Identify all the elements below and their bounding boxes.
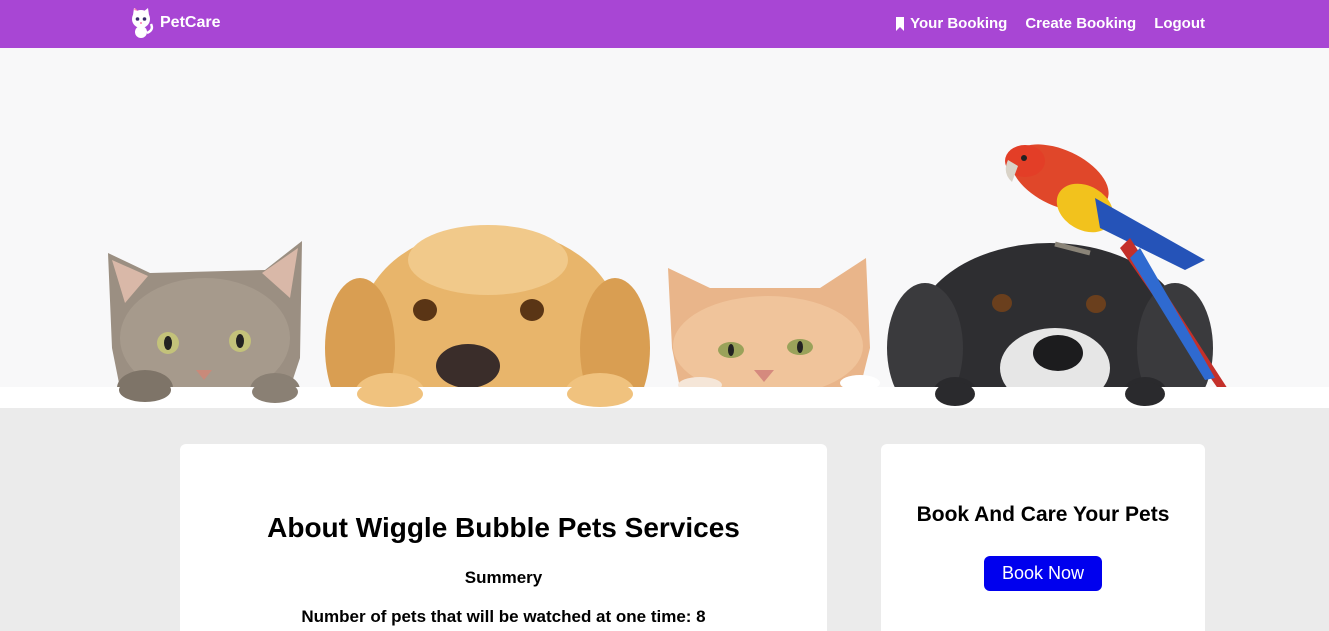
hero-banner	[0, 48, 1329, 408]
black-white-dog-image	[887, 243, 1213, 408]
nav-create-booking[interactable]: Create Booking	[1025, 15, 1136, 32]
pets-count-text: Number of pets that will be watched at o…	[301, 607, 706, 626]
booking-card: Book And Care Your Pets Book Now	[881, 444, 1205, 631]
nav-links: Your Booking Create Booking Logout	[895, 15, 1205, 32]
nav-your-booking[interactable]: Your Booking	[895, 15, 1007, 32]
summary-label: Summery	[464, 568, 543, 587]
nav-your-booking-label: Your Booking	[910, 15, 1008, 32]
brand[interactable]: PetCare	[126, 6, 220, 40]
book-now-button[interactable]: Book Now	[984, 556, 1102, 591]
brand-name: PetCare	[160, 14, 221, 31]
navbar: PetCare Your Booking Create Booking Logo…	[0, 0, 1329, 48]
pets-peeking-banner	[0, 144, 1329, 408]
bookmark-icon	[896, 16, 905, 31]
booking-title: Book And Care Your Pets	[916, 503, 1170, 526]
about-card: About Wiggle Bubble Pets Services Summer…	[180, 444, 827, 631]
cat-logo-icon	[132, 8, 154, 38]
nav-logout[interactable]: Logout	[1154, 15, 1205, 32]
golden-retriever-image	[325, 225, 650, 408]
about-title: About Wiggle Bubble Pets Services	[267, 512, 740, 543]
orange-cat-image	[668, 258, 880, 396]
